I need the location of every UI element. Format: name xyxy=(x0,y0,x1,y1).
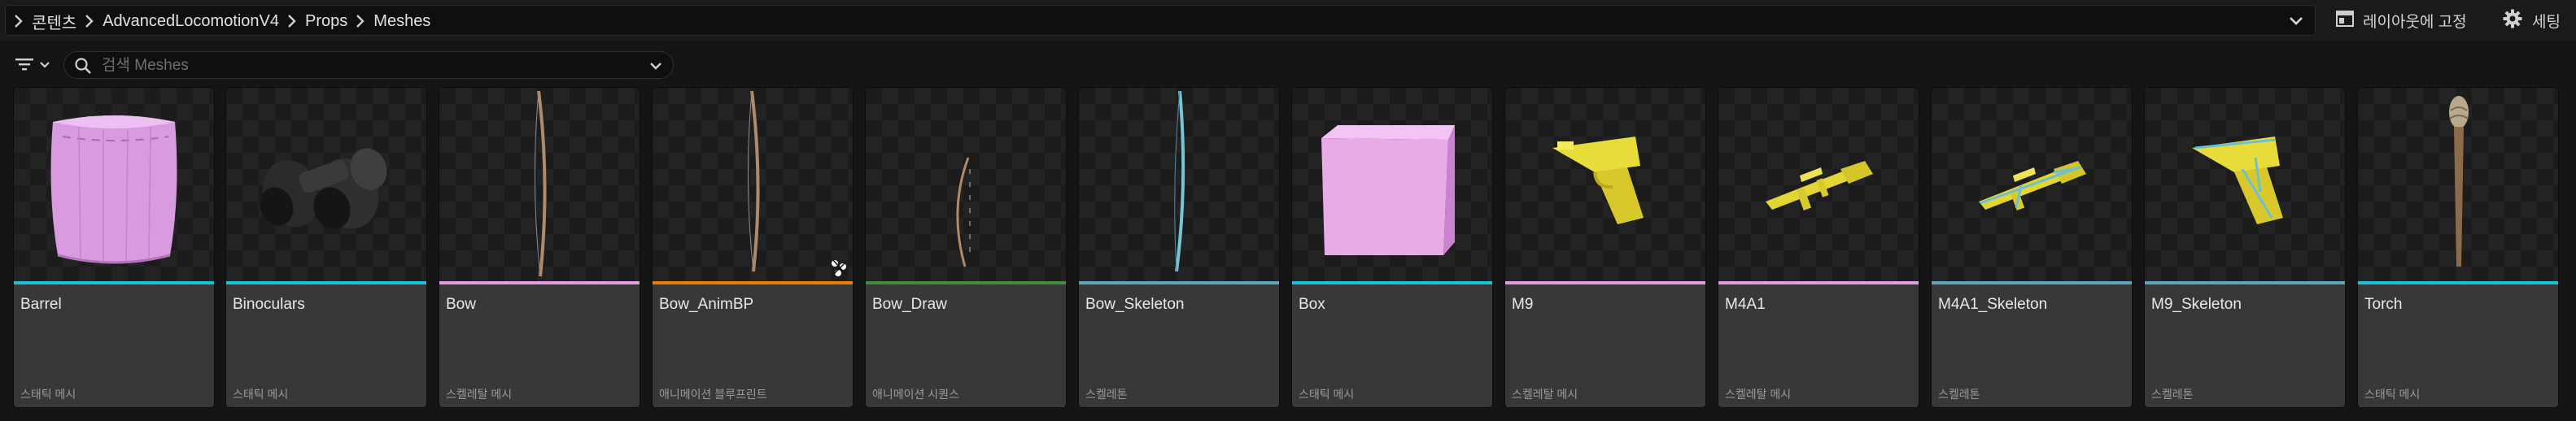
asset-name: Bow_Skeleton xyxy=(1085,296,1185,313)
chevron-down-icon[interactable] xyxy=(2287,6,2305,37)
pistol-thumbnail xyxy=(1505,88,1705,281)
filter-button[interactable] xyxy=(15,52,60,80)
breadcrumb-item-advancedlocomotion[interactable]: AdvancedLocomotionV4 xyxy=(103,12,279,31)
box-thumbnail xyxy=(1292,88,1492,281)
pistol-skeleton-thumbnail xyxy=(2145,88,2345,281)
asset-name: Barrel xyxy=(20,296,62,313)
search-input[interactable] xyxy=(100,54,632,78)
search-box xyxy=(63,51,674,79)
asset-name: Bow xyxy=(446,296,476,313)
binoculars-thumbnail xyxy=(226,88,426,281)
asset-name: Bow_AnimBP xyxy=(659,296,754,313)
bow-draw-thumbnail xyxy=(866,88,1066,281)
asset-name: M9 xyxy=(1512,296,1534,313)
asset-grid: Barrel 스태틱 메시 Binoculars 스태틱 메시 Bow 스켈레탈… xyxy=(0,88,2576,409)
asset-type: 스태틱 메시 xyxy=(233,388,289,401)
search-icon xyxy=(74,57,92,75)
asset-info: Bow_AnimBP 애니메이션 블루프린트 xyxy=(653,284,853,407)
asset-name: M4A1 xyxy=(1725,296,1766,313)
bow-skeleton-thumbnail xyxy=(1079,88,1279,281)
asset-tile-m9[interactable]: M9 스켈레탈 메시 xyxy=(1505,88,1705,407)
barrel-thumbnail xyxy=(14,88,214,281)
asset-tile-box[interactable]: Box 스태틱 메시 xyxy=(1292,88,1492,407)
asset-info: M4A1 스켈레탈 메시 xyxy=(1718,284,1919,407)
asset-info: Bow_Draw 애니메이션 시퀀스 xyxy=(866,284,1066,407)
gear-icon xyxy=(2503,9,2522,33)
asset-info: M9_Skeleton 스켈레톤 xyxy=(2145,284,2345,407)
asset-type: 스태틱 메시 xyxy=(1299,388,1355,401)
rifle-skeleton-thumbnail xyxy=(1932,88,2132,281)
chevron-down-icon xyxy=(39,59,50,73)
asset-type: 스켈레톤 xyxy=(1938,388,1980,401)
asset-type: 애니메이션 블루프린트 xyxy=(659,388,767,401)
path-bar: 콘텐츠 AdvancedLocomotionV4 Props Meshes 레이… xyxy=(0,0,2576,41)
asset-info: Barrel 스태틱 메시 xyxy=(14,284,214,407)
asset-tile-torch[interactable]: Torch 스태틱 메시 xyxy=(2358,88,2558,407)
asset-info: Box 스태틱 메시 xyxy=(1292,284,1492,407)
settings-button[interactable]: 세팅 xyxy=(2503,0,2561,41)
chevron-right-icon[interactable] xyxy=(76,6,103,37)
breadcrumb-item-props[interactable]: Props xyxy=(305,12,347,31)
asset-name: Binoculars xyxy=(233,296,305,313)
asset-type: 스켈레톤 xyxy=(1085,388,1128,401)
path-box: 콘텐츠 AdvancedLocomotionV4 Props Meshes xyxy=(5,5,2316,36)
chevron-right-icon[interactable] xyxy=(12,6,25,37)
settings-label: 세팅 xyxy=(2532,13,2561,31)
asset-tile-bow-skeleton[interactable]: Bow_Skeleton 스켈레톤 xyxy=(1079,88,1279,407)
asset-type: 스켈레톤 xyxy=(2151,388,2194,401)
asset-info: M4A1_Skeleton 스켈레톤 xyxy=(1932,284,2132,407)
bow-thumbnail xyxy=(653,88,853,281)
asset-name: M4A1_Skeleton xyxy=(1938,296,2048,313)
asset-type: 애니메이션 시퀀스 xyxy=(872,388,959,401)
asset-name: Box xyxy=(1299,296,1325,313)
breadcrumb-item-meshes[interactable]: Meshes xyxy=(373,12,430,31)
asset-type: 스켈레탈 메시 xyxy=(446,388,513,401)
asset-info: Bow 스켈레탈 메시 xyxy=(439,284,640,407)
asset-name: Torch xyxy=(2364,296,2403,313)
bow-thumbnail xyxy=(439,88,640,281)
breadcrumb: 콘텐츠 AdvancedLocomotionV4 Props Meshes xyxy=(12,6,430,37)
breadcrumb-item-content[interactable]: 콘텐츠 xyxy=(32,10,76,33)
asset-info: Binoculars 스태틱 메시 xyxy=(226,284,426,407)
filter-icon xyxy=(15,56,34,76)
lock-layout-label: 레이아웃에 고정 xyxy=(2363,13,2467,31)
asset-tile-bow-draw[interactable]: Bow_Draw 애니메이션 시퀀스 xyxy=(866,88,1066,407)
chevron-right-icon[interactable] xyxy=(347,6,373,37)
asset-tile-binoculars[interactable]: Binoculars 스태틱 메시 xyxy=(226,88,426,407)
chevron-down-icon[interactable] xyxy=(647,57,665,75)
asset-tile-bow-animbp[interactable]: Bow_AnimBP 애니메이션 블루프린트 xyxy=(653,88,853,407)
layout-lock-icon xyxy=(2335,9,2355,33)
lock-layout-button[interactable]: 레이아웃에 고정 xyxy=(2335,0,2467,41)
torch-thumbnail xyxy=(2358,88,2558,281)
asset-tile-m9-skeleton[interactable]: M9_Skeleton 스켈레톤 xyxy=(2145,88,2345,407)
rifle-thumbnail xyxy=(1718,88,1919,281)
asset-name: Bow_Draw xyxy=(872,296,947,313)
asset-name: M9_Skeleton xyxy=(2151,296,2242,313)
asset-info: Bow_Skeleton 스켈레톤 xyxy=(1079,284,1279,407)
asset-type: 스켈레탈 메시 xyxy=(1725,388,1792,401)
asset-type: 스태틱 메시 xyxy=(2364,388,2421,401)
asset-info: M9 스켈레탈 메시 xyxy=(1505,284,1705,407)
animation-blueprint-badge-icon xyxy=(828,257,851,280)
asset-tile-m4a1-skeleton[interactable]: M4A1_Skeleton 스켈레톤 xyxy=(1932,88,2132,407)
asset-type: 스태틱 메시 xyxy=(20,388,76,401)
asset-tile-m4a1[interactable]: M4A1 스켈레탈 메시 xyxy=(1718,88,1919,407)
chevron-right-icon[interactable] xyxy=(279,6,305,37)
asset-tile-bow[interactable]: Bow 스켈레탈 메시 xyxy=(439,88,640,407)
asset-type: 스켈레탈 메시 xyxy=(1512,388,1578,401)
asset-tile-barrel[interactable]: Barrel 스태틱 메시 xyxy=(14,88,214,407)
asset-info: Torch 스태틱 메시 xyxy=(2358,284,2558,407)
